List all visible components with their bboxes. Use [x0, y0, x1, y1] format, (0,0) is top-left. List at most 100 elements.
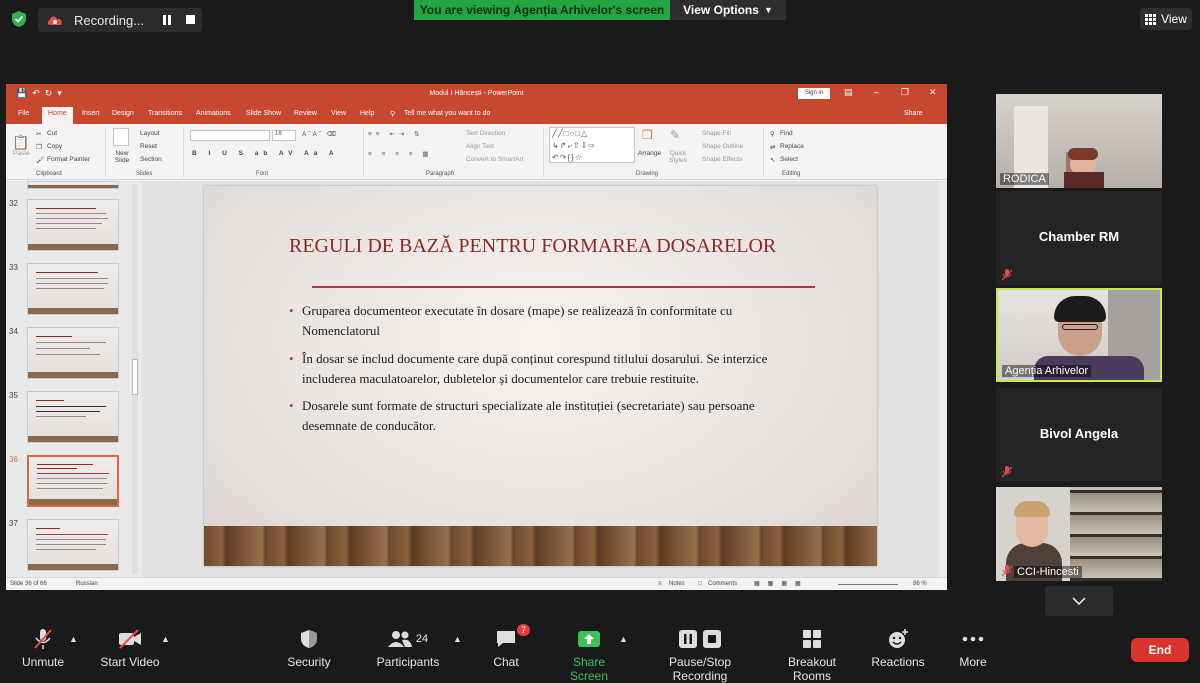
slide-bullet: Gruparea documenteor executate în dosare… [289, 301, 809, 341]
font-name-field [190, 130, 270, 141]
end-meeting-button[interactable]: End [1131, 638, 1189, 662]
tab-view: View [331, 110, 347, 117]
security-button[interactable]: Security [286, 628, 332, 669]
slide-counter: Slide 36 of 66 [10, 581, 47, 587]
lightbulb-icon: ⚲ [390, 111, 396, 118]
chevron-down-icon: ▼ [763, 5, 773, 15]
align-icons: ≡ ≡ ≡ ≡ ▦ [368, 151, 433, 158]
layout-label: Layout [140, 130, 160, 137]
view-options-label: View Options [683, 3, 759, 17]
recording-label: Recording... [74, 12, 145, 28]
zoom-level: 86 % [913, 581, 927, 587]
participant-tile[interactable]: RODICA [996, 94, 1162, 188]
comments-label: Comments [708, 581, 738, 587]
tab-review: Review [294, 110, 317, 117]
participant-tile-active-speaker[interactable]: Agenția Arhivelor [996, 288, 1162, 382]
ppt-ribbon-tabs: File Home Insert Design Transitions Anim… [6, 104, 947, 124]
format-painter-label: Format Painter [47, 156, 90, 163]
security-label: Security [287, 655, 331, 669]
text-direction-label: Text Direction [466, 130, 506, 137]
thumbnails-scrollbar [132, 184, 138, 574]
participant-name: CCI-Hincesti [1014, 566, 1082, 578]
arrange-icon: ❐ [642, 128, 653, 142]
paste-label: Paste [13, 150, 30, 157]
participants-options-chevron-icon[interactable]: ▲ [453, 634, 462, 644]
tab-home: Home [42, 107, 73, 124]
participants-button[interactable]: 24 Participants [376, 628, 440, 669]
copy-label: Copy [47, 143, 63, 150]
recording-indicator: Recording... [38, 8, 202, 32]
more-button[interactable]: More [953, 628, 993, 669]
quick-styles-label: Quick Styles [669, 150, 687, 164]
paste-icon: 📋 [12, 134, 30, 150]
restore-icon: ❐ [901, 87, 910, 97]
participant-name: Agenția Arhivelor [1002, 365, 1092, 377]
audio-options-chevron-icon[interactable]: ▲ [69, 634, 78, 644]
tell-me-box: Tell me what you want to do [404, 110, 491, 117]
shield-icon[interactable] [10, 10, 28, 28]
more-label: More [959, 655, 987, 669]
minimize-icon: – [874, 87, 880, 97]
shared-screen-powerpoint: 💾↶↻▾ Modul I Hâncești - PowerPoint Sign … [6, 84, 947, 590]
video-options-chevron-icon[interactable]: ▲ [161, 634, 170, 644]
shape-effects-label: Shape Effects [702, 156, 743, 163]
unmute-button[interactable]: Unmute [18, 628, 68, 669]
slide-thumbnail [27, 199, 119, 251]
chat-button[interactable]: 7 Chat [490, 624, 530, 669]
replace-label: Replace [780, 143, 804, 150]
new-slide-label: New Slide [114, 150, 130, 164]
arrange-label: Arrange [638, 150, 662, 157]
chat-label: Chat [493, 655, 519, 669]
convert-smartart-label: Convert to SmartArt [466, 156, 524, 163]
tab-transitions: Transitions [148, 110, 182, 117]
grid-view-icon [1145, 13, 1157, 25]
share-screen-label: Share Screen [569, 655, 609, 683]
participant-tile[interactable]: CCI-Hincesti [996, 487, 1162, 581]
group-editing: Editing [782, 171, 801, 177]
participant-name: Chamber RM [1038, 229, 1120, 244]
format-painter-icon: 🖌 [36, 157, 45, 164]
share-screen-icon [578, 631, 600, 647]
wooden-floor-decoration [204, 526, 877, 566]
language-label: Russian [76, 581, 98, 587]
breakout-rooms-label: Breakout Rooms [787, 655, 837, 683]
stop-recording-icon[interactable] [186, 15, 195, 24]
new-slide-icon [113, 128, 129, 146]
mic-muted-icon [1002, 565, 1012, 577]
mic-muted-icon [1002, 269, 1012, 281]
slide-bullet: Dosarele sunt formate de structuri speci… [289, 396, 809, 436]
quick-styles-icon: ✎ [670, 128, 681, 142]
group-clipboard: Clipboard [36, 171, 62, 177]
font-format-icons: B I U S ab AV Aa A [192, 150, 339, 157]
reactions-label: Reactions [871, 655, 925, 669]
thumbnail-number: 33 [9, 263, 18, 272]
view-options-button[interactable]: View Options ▼ [670, 0, 786, 20]
pause-recording-label: Pause/Stop Recording [668, 655, 732, 683]
thumbnail-number: 36 [9, 455, 18, 464]
participant-tile[interactable]: Bivol Angela [996, 388, 1162, 482]
reactions-button[interactable]: Reactions [871, 628, 925, 669]
slide-thumbnail-selected [27, 455, 119, 507]
group-paragraph: Paragraph [426, 171, 455, 177]
participant-tile[interactable]: Chamber RM [996, 191, 1162, 285]
participant-name: RODICA [1000, 173, 1049, 185]
slide-thumbnail [27, 391, 119, 443]
select-label: Select [780, 156, 799, 163]
group-slides: Slides [136, 171, 153, 177]
more-dots-icon [962, 636, 984, 642]
chevron-down-icon [1072, 597, 1086, 605]
tab-slide-show: Slide Show [246, 110, 282, 117]
breakout-rooms-icon [803, 630, 821, 648]
start-video-button[interactable]: Start Video [100, 628, 160, 669]
participants-icon [387, 631, 412, 647]
view-button[interactable]: View [1140, 8, 1192, 30]
tab-animations: Animations [196, 110, 231, 117]
cut-icon: ✂ [36, 131, 42, 138]
section-label: Section [140, 156, 162, 163]
slide-bullet: În dosar se includ documente care după c… [289, 349, 809, 389]
video-off-icon [119, 629, 141, 649]
pause-recording-icon[interactable] [162, 15, 172, 25]
share-options-chevron-icon[interactable]: ▲ [619, 634, 628, 644]
ppt-title-bar: 💾↶↻▾ Modul I Hâncești - PowerPoint Sign … [6, 84, 947, 104]
participants-scroll-down-button[interactable] [1045, 586, 1113, 616]
